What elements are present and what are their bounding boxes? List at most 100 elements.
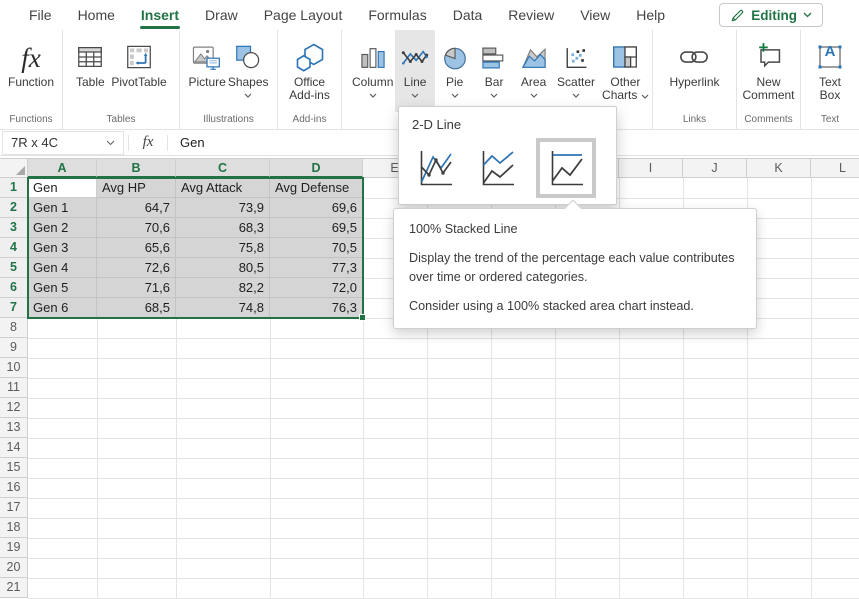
tab-formulas[interactable]: Formulas <box>355 1 439 30</box>
fill-handle[interactable] <box>359 314 366 321</box>
tab-view[interactable]: View <box>567 1 623 30</box>
col-header-K[interactable]: K <box>747 158 811 178</box>
cell-D2[interactable]: 69,6 <box>270 198 363 218</box>
picture-button[interactable]: Picture <box>188 30 225 112</box>
row-header-14[interactable]: 14 <box>0 438 28 458</box>
cell-B3[interactable]: 70,6 <box>97 218 176 238</box>
cell-B5[interactable]: 72,6 <box>97 258 176 278</box>
row-header-15[interactable]: 15 <box>0 458 28 478</box>
cell-D5[interactable]: 77,3 <box>270 258 363 278</box>
other-charts-button[interactable]: Other Charts <box>599 30 652 112</box>
chevron-down-icon <box>490 93 498 98</box>
cell-A5[interactable]: Gen 4 <box>28 258 97 278</box>
col-header-D[interactable]: D <box>270 158 363 178</box>
row-header-8[interactable]: 8 <box>0 318 28 338</box>
row-header-11[interactable]: 11 <box>0 378 28 398</box>
text-box-button[interactable]: A Text Box <box>813 30 847 112</box>
office-add-ins-button[interactable]: Office Add-ins <box>284 30 336 112</box>
col-header-C[interactable]: C <box>176 158 270 178</box>
cell-D1[interactable]: Avg Defense <box>270 178 363 198</box>
row-header-19[interactable]: 19 <box>0 538 28 558</box>
tab-page-layout[interactable]: Page Layout <box>251 1 356 30</box>
row-header-9[interactable]: 9 <box>0 338 28 358</box>
scatter-chart-button[interactable]: Scatter <box>553 30 598 112</box>
row-header-4[interactable]: 4 <box>0 238 28 258</box>
row-header-20[interactable]: 20 <box>0 558 28 578</box>
cell-D7[interactable]: 76,3 <box>270 298 363 318</box>
row-header-7[interactable]: 7 <box>0 298 28 318</box>
row-header-13[interactable]: 13 <box>0 418 28 438</box>
row-header-2[interactable]: 2 <box>0 198 28 218</box>
cell-D3[interactable]: 69,5 <box>270 218 363 238</box>
cell-C7[interactable]: 74,8 <box>176 298 270 318</box>
cell-A1[interactable]: Gen <box>28 178 97 198</box>
gridline <box>28 558 859 559</box>
tab-help[interactable]: Help <box>623 1 678 30</box>
editing-mode-button[interactable]: Editing <box>719 3 823 27</box>
cell-C4[interactable]: 75,8 <box>176 238 270 258</box>
row-header-5[interactable]: 5 <box>0 258 28 278</box>
row-header-3[interactable]: 3 <box>0 218 28 238</box>
tab-draw[interactable]: Draw <box>192 1 251 30</box>
tab-home[interactable]: Home <box>65 1 128 30</box>
ribbon-group-add-ins: Office Add-ins Add-ins <box>278 30 342 129</box>
cell-B1[interactable]: Avg HP <box>97 178 176 198</box>
cell-D4[interactable]: 70,5 <box>270 238 363 258</box>
cell-B7[interactable]: 68,5 <box>97 298 176 318</box>
text-box-icon: A <box>815 36 845 72</box>
row-header-1[interactable]: 1 <box>0 178 28 198</box>
row-header-18[interactable]: 18 <box>0 518 28 538</box>
cell-A7[interactable]: Gen 6 <box>28 298 97 318</box>
col-header-A[interactable]: A <box>28 158 97 178</box>
row-header-17[interactable]: 17 <box>0 498 28 518</box>
area-chart-button[interactable]: Area <box>514 30 553 112</box>
function-fx-icon: fx <box>21 36 41 72</box>
cell-C5[interactable]: 80,5 <box>176 258 270 278</box>
row-header-21[interactable]: 21 <box>0 578 28 598</box>
cell-A2[interactable]: Gen 1 <box>28 198 97 218</box>
hyperlink-button[interactable]: Hyperlink <box>669 30 719 112</box>
cell-B4[interactable]: 65,6 <box>97 238 176 258</box>
shapes-button[interactable]: Shapes <box>228 30 269 112</box>
ribbon-group-text: A Text Box Text <box>801 30 859 129</box>
line-chart-button[interactable]: Line <box>395 30 434 112</box>
bar-chart-button[interactable]: Bar <box>474 30 513 112</box>
gridline <box>28 338 859 339</box>
cell-C1[interactable]: Avg Attack <box>176 178 270 198</box>
tab-insert[interactable]: Insert <box>128 1 192 30</box>
cell-C6[interactable]: 82,2 <box>176 278 270 298</box>
col-header-I[interactable]: I <box>619 158 683 178</box>
chart-option-stacked-line[interactable] <box>474 144 520 192</box>
cell-B2[interactable]: 64,7 <box>97 198 176 218</box>
function-button[interactable]: fx Function <box>8 30 54 112</box>
pie-chart-button[interactable]: Pie <box>435 30 474 112</box>
chart-option-line[interactable] <box>412 144 458 192</box>
cell-A3[interactable]: Gen 2 <box>28 218 97 238</box>
row-header-16[interactable]: 16 <box>0 478 28 498</box>
column-chart-button[interactable]: Column <box>350 30 395 112</box>
row-header-12[interactable]: 12 <box>0 398 28 418</box>
col-header-B[interactable]: B <box>97 158 176 178</box>
col-header-J[interactable]: J <box>683 158 747 178</box>
row-header-6[interactable]: 6 <box>0 278 28 298</box>
tab-data[interactable]: Data <box>440 1 496 30</box>
cell-C3[interactable]: 68,3 <box>176 218 270 238</box>
row-header-10[interactable]: 10 <box>0 358 28 378</box>
pivottable-button[interactable]: PivotTable <box>111 30 166 112</box>
cell-A6[interactable]: Gen 5 <box>28 278 97 298</box>
col-header-L[interactable]: L <box>811 158 859 178</box>
cell-C2[interactable]: 73,9 <box>176 198 270 218</box>
chart-type-tooltip: 100% Stacked Line Display the trend of t… <box>393 208 757 329</box>
other-charts-icon <box>610 36 640 72</box>
cell-B6[interactable]: 71,6 <box>97 278 176 298</box>
tab-file[interactable]: File <box>16 1 65 30</box>
new-comment-button[interactable]: New Comment <box>738 30 800 112</box>
name-box[interactable]: 7R x 4C <box>2 131 124 155</box>
cell-D6[interactable]: 72,0 <box>270 278 363 298</box>
chart-option-100-stacked-line[interactable] <box>536 138 596 198</box>
cell-A4[interactable]: Gen 3 <box>28 238 97 258</box>
table-button[interactable]: Table <box>75 30 105 112</box>
tab-review[interactable]: Review <box>495 1 567 30</box>
insert-function-fx-button[interactable]: fx <box>133 134 163 151</box>
select-all-corner[interactable] <box>0 158 28 178</box>
